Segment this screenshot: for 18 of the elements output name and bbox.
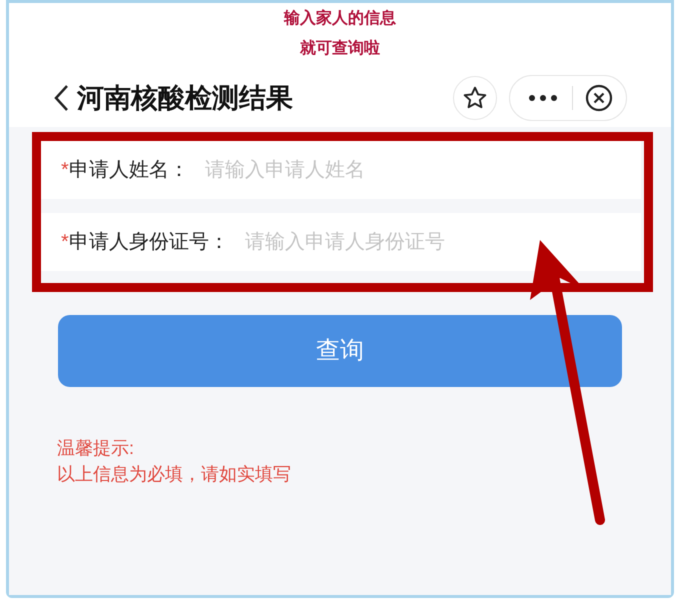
field-label: 申请人姓名： (68, 158, 189, 183)
required-mark: * (61, 230, 69, 255)
back-icon[interactable] (53, 84, 69, 112)
input-field[interactable]: 请输入申请人姓名 (204, 155, 619, 185)
caption-text: 就可查询啦 (300, 38, 380, 59)
caption-text: 输入家人的信息 (284, 8, 396, 29)
more-icon[interactable] (528, 94, 558, 102)
required-mark: * (61, 158, 69, 183)
tip-text: 温馨提示: (57, 437, 136, 460)
star-icon (462, 85, 488, 111)
tip-text: 以上信息为必填，请如实填写 (57, 463, 292, 486)
favorite-button[interactable] (453, 76, 497, 120)
input-field[interactable]: 请输入申请人身份证号 (244, 227, 619, 257)
close-icon[interactable] (585, 84, 613, 112)
form-field[interactable]: *申请人姓名： 请输入申请人姓名 (39, 141, 641, 199)
form-field[interactable]: *申请人身份证号： 请输入申请人身份证号 (39, 213, 641, 271)
page-title: 河南核酸检测结果 (77, 82, 293, 115)
field-label: 申请人身份证号： (68, 230, 229, 255)
